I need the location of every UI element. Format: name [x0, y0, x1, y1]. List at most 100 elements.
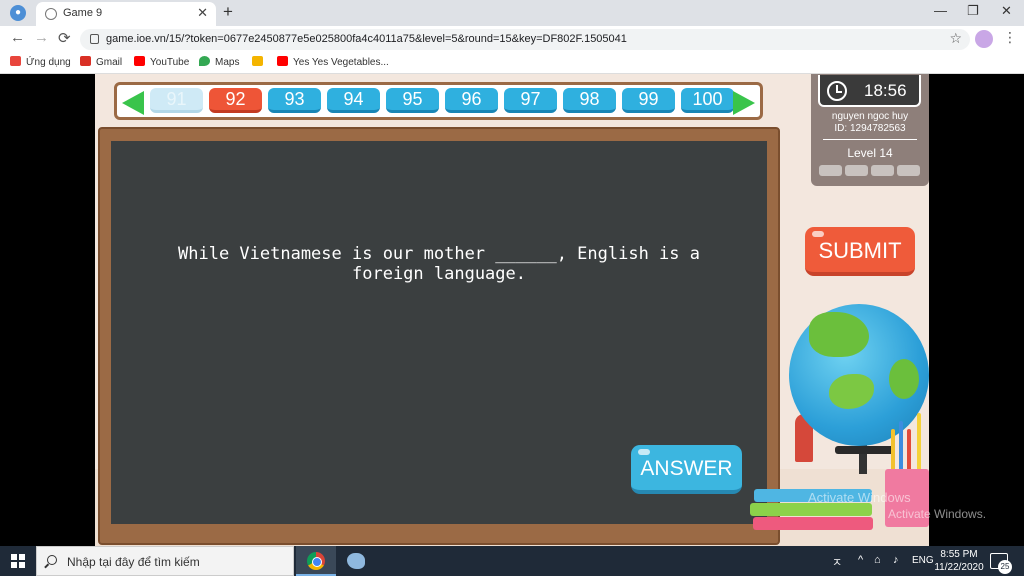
button-shine: [812, 231, 824, 237]
globe-decoration-icon: [789, 304, 929, 446]
taskbar-clock[interactable]: 8:55 PM 11/22/2020: [933, 548, 985, 574]
round-button-92[interactable]: 92: [209, 88, 262, 113]
alarm-clock-icon: [827, 81, 847, 101]
windows-taskbar: Nhập tại đây để tìm kiếm ㅈ ^ ⌂ ♪ ENG 8:5…: [0, 546, 1024, 576]
browser-toolbar: ← → ⟳ game.ioe.vn/15/?token=0677e2450877…: [0, 26, 1024, 52]
game-canvas: 91 92 93 94 95 96 97 98 99 100 While Vietnamese i…: [95, 74, 929, 546]
browser-app-icon: ●: [10, 5, 26, 21]
chrome-icon: [307, 552, 325, 570]
forward-button[interactable]: →: [34, 29, 49, 46]
pencil-icon: [891, 429, 895, 469]
level-label: Level 14: [847, 146, 893, 160]
next-rounds-arrow-icon[interactable]: [733, 91, 755, 115]
search-icon: [47, 555, 57, 565]
book-icon: [753, 517, 873, 530]
taskbar-search[interactable]: Nhập tại đây để tìm kiếm: [36, 546, 294, 576]
bookmark-yes-yes-vegetables[interactable]: Yes Yes Vegetables...: [277, 56, 389, 68]
taskbar-chrome[interactable]: [296, 546, 336, 576]
timer-value: 18:56: [864, 81, 907, 100]
address-bar[interactable]: game.ioe.vn/15/?token=0677e2450877e5e025…: [80, 29, 970, 50]
pencil-icon: [899, 421, 903, 469]
new-tab-button[interactable]: +: [223, 2, 233, 22]
globe-land: [829, 374, 874, 409]
minimize-button[interactable]: —: [934, 3, 947, 18]
activate-windows-watermark-2: Activate Windows.: [888, 507, 987, 521]
windows-start-icon[interactable]: [11, 554, 25, 568]
prev-rounds-arrow-icon[interactable]: [122, 91, 144, 115]
bookmark-youtube[interactable]: YouTube: [134, 56, 189, 68]
bookmark-star-icon[interactable]: ☆: [949, 30, 962, 47]
taskbar-paint[interactable]: [336, 546, 376, 576]
browser-menu-icon[interactable]: ⋮: [1003, 29, 1017, 46]
round-button-98[interactable]: 98: [563, 88, 616, 113]
bookmark-maps[interactable]: Maps: [199, 56, 239, 68]
progress-slot: [845, 165, 868, 176]
bookmark-label: YouTube: [150, 57, 190, 68]
maps-pin-icon: [199, 56, 210, 66]
gmail-icon: [80, 56, 91, 66]
progress-slot: [871, 165, 894, 176]
reload-button[interactable]: ⟳: [58, 29, 71, 47]
round-button-100[interactable]: 100: [681, 88, 734, 113]
tab-game-9[interactable]: Game 9 ✕: [36, 2, 216, 26]
search-placeholder[interactable]: Nhập tại đây để tìm kiếm: [67, 555, 200, 569]
lock-icon[interactable]: [90, 34, 99, 44]
round-button-99[interactable]: 99: [622, 88, 675, 113]
progress-slot: [897, 165, 920, 176]
round-button-96[interactable]: 96: [445, 88, 498, 113]
chalkboard-frame: While Vietnamese is our mother ______, E…: [98, 127, 780, 545]
back-button[interactable]: ←: [10, 29, 25, 46]
round-button-93[interactable]: 93: [268, 88, 321, 113]
round-button-94[interactable]: 94: [327, 88, 380, 113]
player-panel: 18:56 nguyen ngoc huy ID: 1294782563 Lev…: [811, 74, 929, 186]
bookmark-label: Maps: [215, 57, 240, 68]
globe-land: [809, 312, 869, 357]
round-button-97[interactable]: 97: [504, 88, 557, 113]
question-line-2: foreign language.: [352, 264, 526, 284]
user-id: ID: 1294782563: [834, 123, 906, 134]
people-icon[interactable]: ㅈ: [832, 554, 842, 570]
question-text: While Vietnamese is our mother ______, E…: [131, 244, 747, 284]
profile-avatar[interactable]: [975, 30, 993, 48]
apps-grid-icon: [10, 56, 21, 66]
level-progress: [819, 165, 923, 176]
user-name: nguyen ngoc huy: [831, 111, 909, 122]
bookmark-misc[interactable]: [252, 56, 268, 68]
clock-time: 8:55 PM: [940, 549, 978, 560]
globe-base: [835, 446, 895, 454]
bookmark-apps[interactable]: Ứng dụng: [10, 56, 71, 68]
paint-palette-icon: [347, 553, 365, 569]
url-text[interactable]: game.ioe.vn/15/?token=0677e2450877e5e025…: [106, 33, 627, 45]
question-line-1: While Vietnamese is our mother ______, E…: [178, 244, 700, 264]
notification-count: 25: [998, 560, 1012, 574]
page-viewport: 91 92 93 94 95 96 97 98 99 100 While Vietnamese i…: [0, 74, 1024, 546]
round-navigation: 91 92 93 94 95 96 97 98 99 100: [114, 82, 763, 120]
tab-title: Game 9: [63, 7, 103, 19]
close-window-button[interactable]: ✕: [1001, 3, 1012, 19]
network-icon[interactable]: ⌂: [874, 554, 881, 566]
tab-close-icon[interactable]: ✕: [197, 5, 208, 21]
round-button-95[interactable]: 95: [386, 88, 439, 113]
progress-slot: [819, 165, 842, 176]
answer-button-label: ANSWER: [640, 457, 733, 480]
clock-date: 11/22/2020: [934, 562, 984, 573]
round-list: 91 92 93 94 95 96 97 98 99 100: [150, 88, 740, 113]
bookmark-favicon-icon: [252, 56, 263, 66]
button-shine: [638, 449, 650, 455]
timer: 18:56: [818, 75, 921, 107]
maximize-button[interactable]: ❐: [967, 3, 979, 19]
panel-divider: [823, 139, 917, 140]
volume-icon[interactable]: ♪: [893, 554, 899, 566]
language-indicator[interactable]: ENG: [912, 555, 934, 566]
bookmark-gmail[interactable]: Gmail: [80, 56, 122, 68]
answer-button[interactable]: ANSWER: [631, 445, 742, 494]
round-button-91[interactable]: 91: [150, 88, 203, 113]
bookmarks-bar: Ứng dụng Gmail YouTube Maps Yes Yes Vege…: [0, 52, 1024, 74]
activate-windows-watermark: Activate Windows: [808, 490, 911, 505]
tray-chevron-icon[interactable]: ^: [858, 554, 863, 566]
submit-button[interactable]: SUBMIT: [805, 227, 915, 276]
youtube-icon: [134, 56, 145, 66]
ruler-icon: [917, 413, 921, 469]
youtube-icon: [277, 56, 288, 66]
bookmark-label: Ứng dụng: [26, 57, 71, 68]
